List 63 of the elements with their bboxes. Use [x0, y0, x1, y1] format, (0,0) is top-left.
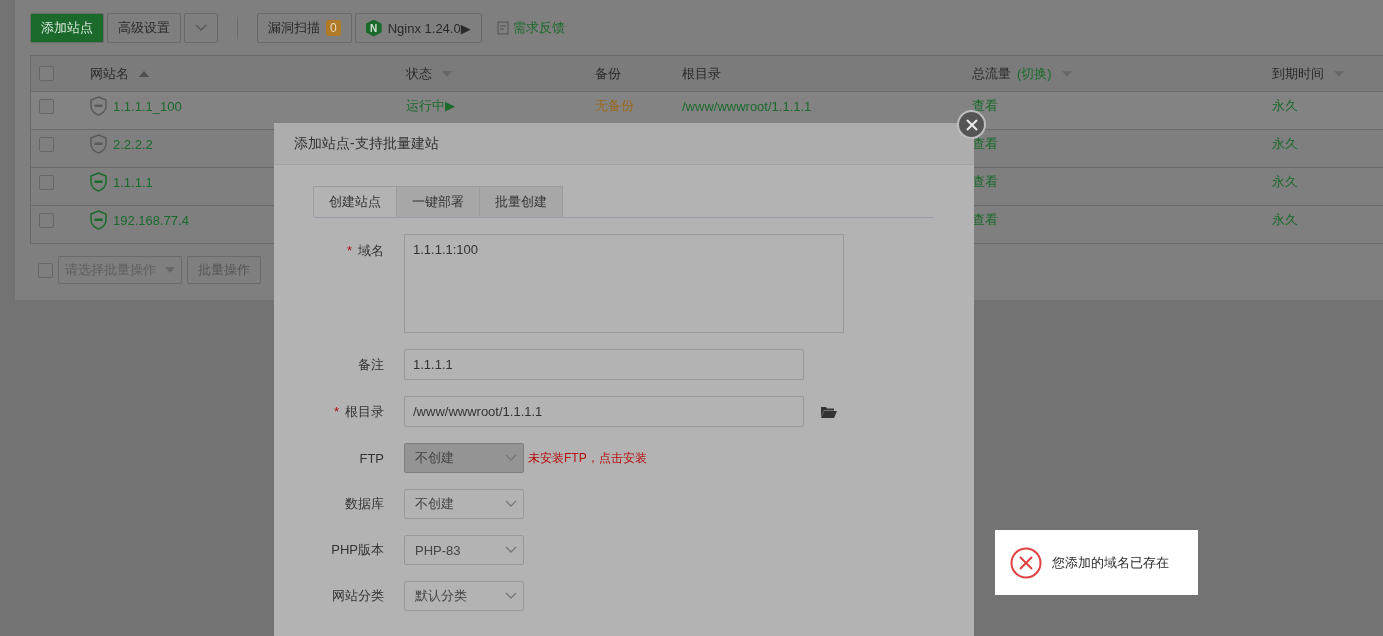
- expiry-link[interactable]: 永久: [1272, 173, 1298, 192]
- field-label: * 根目录: [332, 402, 384, 421]
- field-label: 数据库: [344, 495, 384, 513]
- expiry-link[interactable]: 永久: [1272, 97, 1298, 116]
- sort-up-icon[interactable]: [139, 70, 149, 77]
- traffic-link[interactable]: 查看: [972, 97, 998, 116]
- chevron-down-icon: [505, 454, 517, 462]
- shield-icon: [90, 134, 107, 155]
- field-label: * 域名: [345, 242, 384, 260]
- checkbox[interactable]: [39, 136, 54, 152]
- chevron-down-icon: [505, 500, 517, 508]
- select-field[interactable]: 默认分类: [404, 581, 524, 611]
- dialog-title: 添加站点-支持批量建站: [294, 134, 439, 153]
- site-name-link[interactable]: 2.2.2.2: [113, 136, 153, 152]
- expiry-link[interactable]: 永久: [1272, 135, 1298, 154]
- feedback-link[interactable]: 需求反馈: [496, 19, 565, 37]
- column-header[interactable]: 到期时间: [1272, 64, 1324, 83]
- text-field[interactable]: /www/wwwroot/1.1.1.1: [404, 396, 804, 427]
- checkbox[interactable]: [39, 66, 54, 81]
- status-link[interactable]: 运行中▶: [406, 97, 455, 116]
- column-header[interactable]: 状态: [406, 64, 432, 83]
- checkbox[interactable]: [39, 98, 54, 114]
- select-field[interactable]: 不创建: [404, 489, 524, 519]
- chevron-down-icon: [505, 546, 517, 554]
- site-name-link[interactable]: 192.168.77.4: [113, 212, 189, 228]
- nginx-logo: N: [365, 19, 382, 37]
- field-label: PHP版本: [330, 541, 384, 559]
- text-field[interactable]: 1.1.1.1: [404, 349, 804, 380]
- edit-icon: [496, 21, 509, 35]
- site-name-link[interactable]: 1.1.1.1_100: [113, 98, 182, 114]
- checkbox[interactable]: [38, 262, 53, 278]
- advanced-settings-button[interactable]: 高级设置: [107, 13, 181, 43]
- tab[interactable]: 批量创建: [479, 186, 563, 217]
- shield-icon: [90, 210, 107, 231]
- field-label: FTP: [358, 450, 384, 466]
- nginx-button[interactable]: N Nginx 1.24.0▶: [354, 13, 482, 43]
- close-icon: [964, 117, 979, 132]
- field-label: 备注: [357, 355, 384, 374]
- select-field[interactable]: PHP-83: [404, 535, 524, 565]
- checkbox[interactable]: [39, 174, 54, 190]
- shield-icon: [90, 96, 107, 117]
- root-path-link[interactable]: /www/wwwroot/1.1.1.1: [682, 98, 812, 114]
- chevron-down-icon: [195, 24, 207, 32]
- site-name-link[interactable]: 1.1.1.1: [113, 174, 153, 190]
- count-badge: 0: [326, 20, 341, 36]
- scan-button[interactable]: 漏洞扫描 0: [257, 13, 352, 43]
- column-header[interactable]: 根目录: [682, 64, 721, 83]
- domain-field[interactable]: 1.1.1.1:100: [404, 234, 844, 333]
- toast-message: 您添加的域名已存在: [1052, 553, 1169, 572]
- tab[interactable]: 创建站点: [313, 186, 397, 217]
- checkbox[interactable]: [39, 212, 54, 228]
- column-header[interactable]: 总流量: [972, 64, 1011, 83]
- folder-icon[interactable]: [821, 405, 837, 418]
- field-label: 网站分类: [331, 587, 384, 605]
- shield-icon: [90, 172, 107, 193]
- error-icon: [1010, 546, 1042, 579]
- expiry-link[interactable]: 永久: [1272, 211, 1298, 230]
- add-site-button[interactable]: 添加站点: [30, 13, 104, 43]
- column-header[interactable]: 备份: [595, 64, 621, 83]
- dropdown-button[interactable]: [184, 13, 218, 43]
- column-header[interactable]: 网站名: [90, 64, 129, 83]
- chevron-down-icon: [505, 592, 517, 600]
- tab[interactable]: 一键部署: [396, 186, 480, 217]
